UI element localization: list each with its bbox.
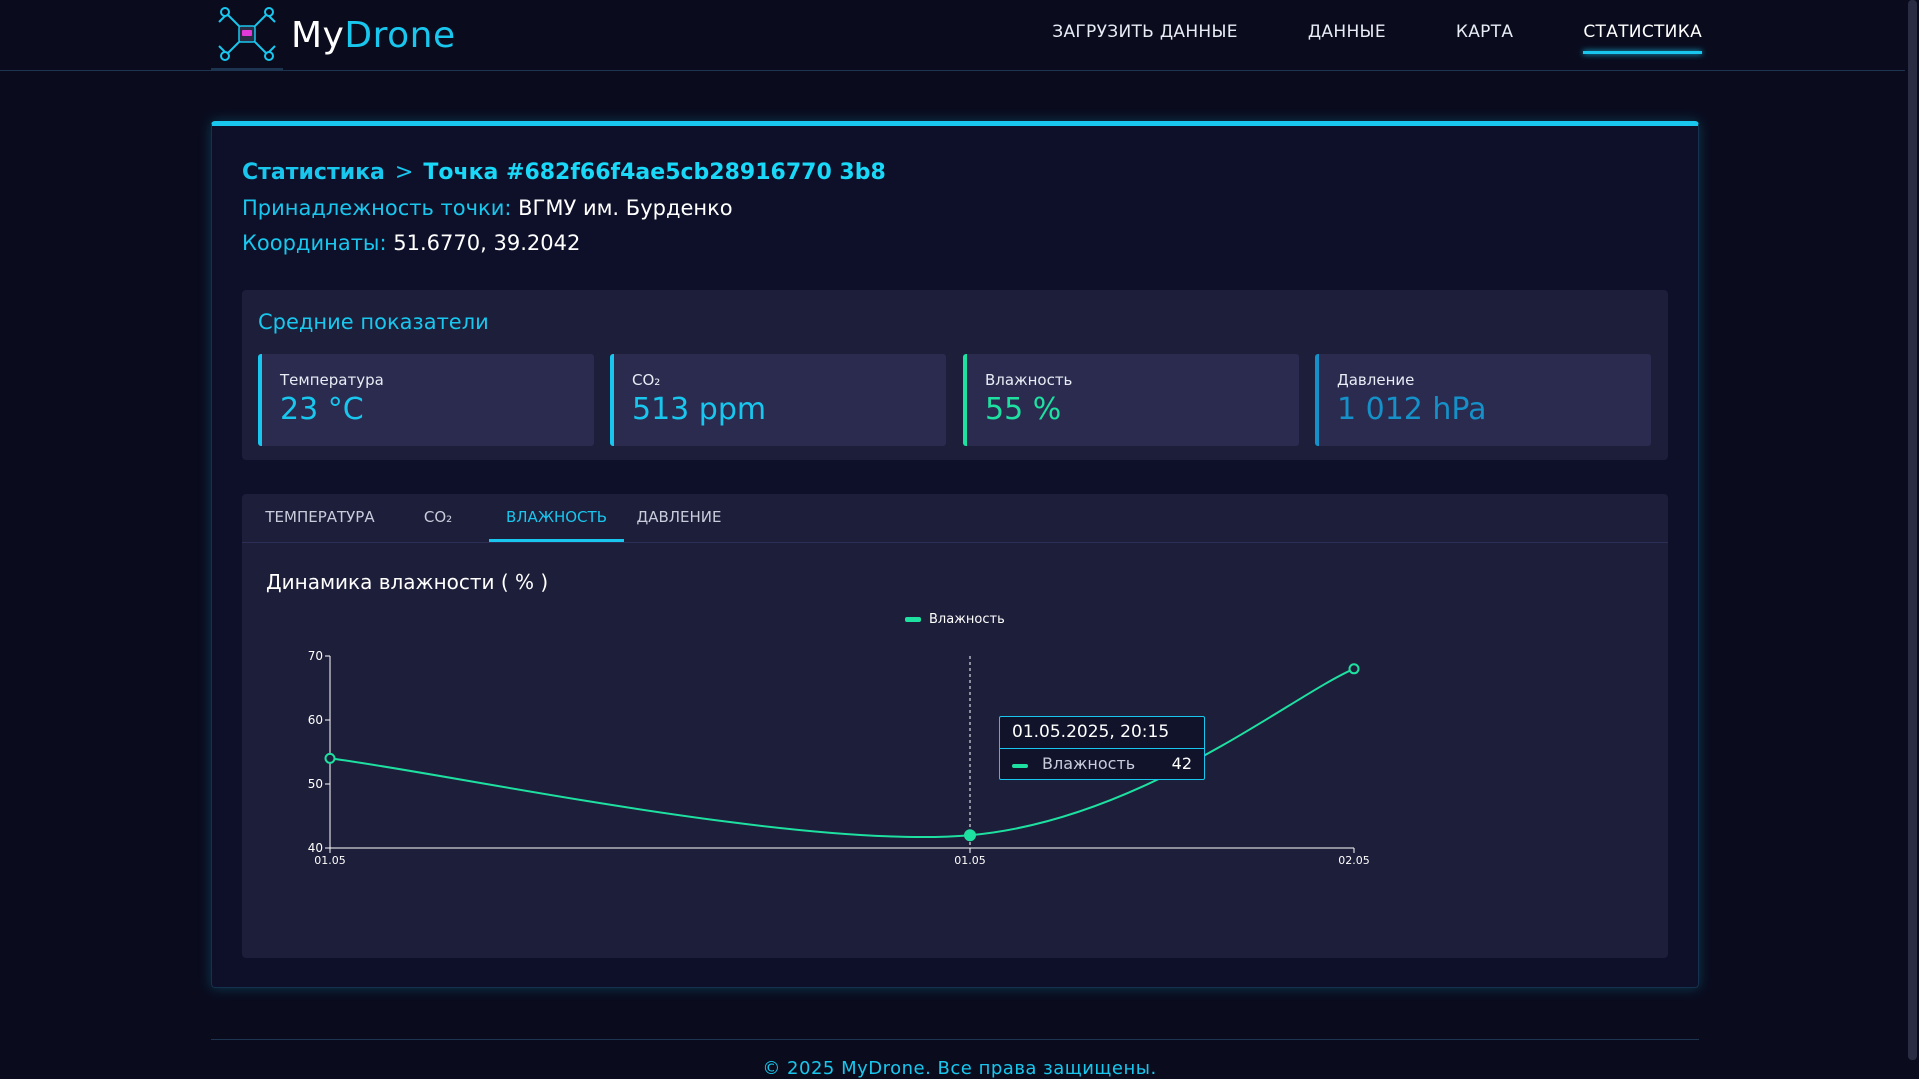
page-scrollbar[interactable] [1905, 0, 1919, 1079]
logo-text: MyDrone [291, 14, 456, 56]
metric-value: 513 ppm [632, 392, 767, 427]
breadcrumb-root[interactable]: Статистика [242, 160, 385, 185]
coordinates-value: 51.6770, 39.2042 [393, 231, 581, 255]
point-coordinates: Координаты: 51.6770, 39.2042 [242, 231, 580, 255]
y-tick-label: 60 [308, 713, 323, 727]
metric-value: 1 012 hPa [1337, 392, 1487, 427]
metric-label: Влажность [985, 371, 1073, 389]
statistics-card: Статистика > Точка #682f66f4ae5cb28916770 … [211, 121, 1699, 988]
nav-statistics[interactable]: СТАТИСТИКА [1583, 22, 1702, 54]
metric-card-pressure: Давление 1 012 hPa [1315, 354, 1651, 446]
metric-card-co2: CO₂ 513 ppm [610, 354, 946, 446]
tooltip-series-name: Влажность [1042, 754, 1136, 773]
point-owner: Принадлежность точки: ВГМУ им. Бурденко [242, 196, 733, 220]
averages-panel: Средние показатели Температура 23 °C CO₂… [242, 290, 1668, 460]
x-tick-label: 01.05 [954, 854, 986, 867]
metric-label: Температура [280, 371, 384, 389]
tooltip-divider [1000, 748, 1204, 749]
footer-copyright: © 2025 MyDrone. Все права защищены. [762, 1058, 1157, 1079]
metric-value: 23 °C [280, 392, 364, 427]
breadcrumb: Статистика > Точка #682f66f4ae5cb28916770 … [242, 160, 886, 185]
metric-card-humidity: Влажность 55 % [963, 354, 1299, 446]
tooltip-value: 42 [1171, 754, 1192, 773]
averages-title: Средние показатели [258, 310, 489, 334]
y-tick-label: 70 [308, 649, 323, 663]
data-point [1348, 663, 1360, 675]
metric-value: 55 % [985, 392, 1062, 427]
tooltip-date: 01.05.2025, 20:15 [1012, 722, 1170, 742]
x-tick-label: 01.05 [314, 854, 346, 867]
data-point [324, 752, 336, 764]
logo[interactable]: MyDrone [211, 0, 456, 70]
x-tick-label: 02.05 [1338, 854, 1370, 867]
scrollbar-thumb[interactable] [1908, 0, 1917, 1060]
chart-tooltip: 01.05.2025, 20:15 Влажность 42 [999, 716, 1205, 780]
data-point-active [964, 829, 976, 842]
nav-upload-data[interactable]: ЗАГРУЗИТЬ ДАННЫЕ [1052, 22, 1238, 48]
breadcrumb-current: Точка #682f66f4ae5cb28916770 3b8 [423, 160, 886, 185]
chart-panel: ТЕМПЕРАТУРА CO₂ ВЛАЖНОСТЬ ДАВЛЕНИЕ Динам… [242, 494, 1668, 958]
metric-label: Давление [1337, 371, 1415, 389]
metric-card-temperature: Температура 23 °C [258, 354, 594, 446]
coordinates-label: Координаты: [242, 231, 387, 255]
point-owner-label: Принадлежность точки: [242, 196, 512, 220]
y-tick-label: 40 [308, 841, 323, 855]
nav-map[interactable]: КАРТА [1456, 22, 1513, 48]
tooltip-swatch [1012, 764, 1028, 768]
humidity-chart[interactable]: 40 50 60 70 01.05 01.05 02.05 [242, 494, 1668, 958]
main-nav: ЗАГРУЗИТЬ ДАННЫЕ ДАННЫЕ КАРТА СТАТИСТИКА [982, 0, 1702, 70]
footer-divider [211, 1039, 1699, 1040]
y-tick-label: 50 [308, 777, 323, 791]
breadcrumb-separator: > [394, 160, 414, 185]
point-owner-value: ВГМУ им. Бурденко [518, 196, 733, 220]
top-navbar: MyDrone ЗАГРУЗИТЬ ДАННЫЕ ДАННЫЕ КАРТА СТ… [0, 0, 1919, 71]
nav-data[interactable]: ДАННЫЕ [1308, 22, 1386, 48]
metric-label: CO₂ [632, 371, 661, 389]
drone-icon [211, 0, 283, 70]
